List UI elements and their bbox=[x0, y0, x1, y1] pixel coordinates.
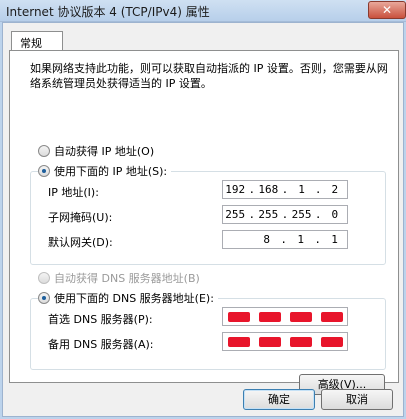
ip-octet: 0 bbox=[331, 208, 339, 221]
description-text: 如果网络支持此功能，则可以获取自动指派的 IP 设置。否则，您需要从网络系统管理… bbox=[30, 62, 388, 90]
general-panel: 如果网络支持此功能，则可以获取自动指派的 IP 设置。否则，您需要从网络系统管理… bbox=[9, 50, 399, 395]
tab-general[interactable]: 常规 bbox=[11, 31, 63, 51]
radio-auto-ip[interactable]: 自动获得 IP 地址(O) bbox=[38, 143, 159, 159]
ip-octet: 168 bbox=[258, 183, 279, 196]
radio-circle-icon bbox=[38, 272, 50, 284]
radio-manual-ip-label: 使用下面的 IP 地址(S): bbox=[54, 165, 168, 178]
close-button[interactable]: ✕ bbox=[368, 1, 406, 19]
alternate-dns-label: 备用 DNS 服务器(A): bbox=[48, 338, 154, 351]
redaction-mark bbox=[258, 336, 281, 347]
title-bar: Internet 协议版本 4 (TCP/IPv4) 属性 ✕ bbox=[0, 0, 406, 22]
default-gateway-input[interactable]: 8. 1. 1 bbox=[222, 230, 348, 249]
ip-octet: 255 bbox=[225, 208, 246, 221]
window-title: Internet 协议版本 4 (TCP/IPv4) 属性 bbox=[6, 5, 210, 19]
ip-address-label: IP 地址(I): bbox=[48, 186, 99, 199]
radio-circle-icon bbox=[38, 145, 50, 157]
radio-selected-icon bbox=[38, 165, 50, 177]
ip-octet: 255 bbox=[291, 208, 312, 221]
radio-manual-dns-label: 使用下面的 DNS 服务器地址(E): bbox=[54, 292, 214, 305]
redaction-mark bbox=[258, 311, 281, 322]
redaction-mark bbox=[227, 311, 250, 322]
ip-octet: 2 bbox=[331, 183, 339, 196]
radio-auto-ip-label: 自动获得 IP 地址(O) bbox=[54, 145, 155, 158]
radio-auto-dns[interactable]: 自动获得 DNS 服务器地址(B) bbox=[38, 270, 204, 286]
redaction-mark bbox=[289, 311, 312, 322]
redaction-mark bbox=[320, 336, 343, 347]
ip-address-input[interactable]: 192. 168. 1. 2 bbox=[222, 180, 348, 199]
properties-dialog: 常规 如果网络支持此功能，则可以获取自动指派的 IP 设置。否则，您需要从网络系… bbox=[2, 22, 404, 417]
alternate-dns-input[interactable] bbox=[222, 332, 348, 351]
radio-auto-dns-label: 自动获得 DNS 服务器地址(B) bbox=[54, 272, 200, 285]
ip-octet: 1 bbox=[331, 233, 338, 246]
radio-manual-dns[interactable]: 使用下面的 DNS 服务器地址(E): bbox=[38, 290, 218, 306]
preferred-dns-label: 首选 DNS 服务器(P): bbox=[48, 313, 153, 326]
ip-octet: 1 bbox=[297, 233, 304, 246]
redaction-mark bbox=[227, 336, 250, 347]
preferred-dns-input[interactable] bbox=[222, 307, 348, 326]
ip-octet: 255 bbox=[258, 208, 279, 221]
ok-button[interactable]: 确定 bbox=[243, 389, 315, 410]
radio-selected-icon bbox=[38, 292, 50, 304]
subnet-mask-input[interactable]: 255. 255. 255. 0 bbox=[222, 205, 348, 224]
subnet-mask-label: 子网掩码(U): bbox=[48, 211, 113, 224]
ip-octet: 8 bbox=[263, 233, 270, 246]
ip-octet: 192 bbox=[225, 183, 246, 196]
ip-octet: 1 bbox=[298, 183, 305, 196]
redaction-mark bbox=[289, 336, 312, 347]
radio-manual-ip[interactable]: 使用下面的 IP 地址(S): bbox=[38, 163, 172, 179]
default-gateway-label: 默认网关(D): bbox=[48, 236, 113, 249]
redaction-mark bbox=[320, 311, 343, 322]
cancel-button[interactable]: 取消 bbox=[321, 389, 393, 410]
